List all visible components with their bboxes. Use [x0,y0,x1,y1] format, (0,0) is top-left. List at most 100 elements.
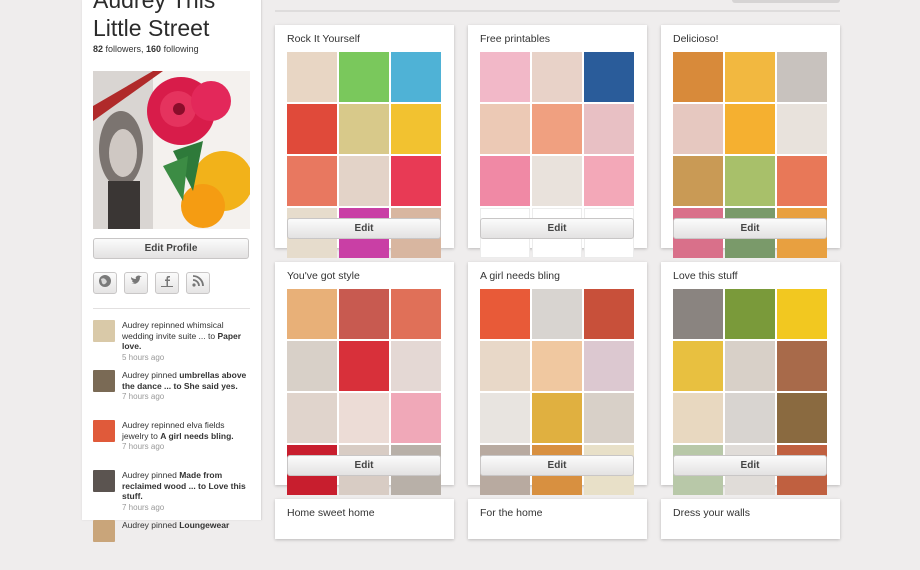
pin-thumbnail[interactable] [287,393,337,443]
board-title[interactable]: A girl needs bling [480,270,560,282]
pin-thumbnail[interactable] [725,289,775,339]
pin-thumbnail[interactable] [532,393,582,443]
activity-item[interactable]: Audrey pinned Loungewear [93,520,253,564]
rss-link[interactable] [186,272,210,294]
edit-board-button[interactable]: Edit [480,455,634,476]
activity-thumbnail[interactable] [93,470,115,492]
board-card[interactable]: Love this stuff Edit [661,262,840,495]
pin-thumbnail[interactable] [725,52,775,102]
pin-thumbnail[interactable] [339,52,389,102]
activity-item[interactable]: Audrey repinned whimsical wedding invite… [93,320,253,364]
activity-thumbnail[interactable] [93,320,115,342]
board-card[interactable]: Dress your walls [661,499,840,539]
pin-thumbnail[interactable] [532,52,582,102]
pin-thumbnail[interactable] [339,104,389,154]
pin-thumbnail[interactable] [480,393,530,443]
activity-item[interactable]: Audrey repinned elva fields jewelry to A… [93,420,253,464]
pin-thumbnail[interactable] [287,104,337,154]
pin-thumbnail[interactable] [391,289,441,339]
pin-thumbnail[interactable] [777,289,827,339]
pin-thumbnail[interactable] [339,156,389,206]
pin-thumbnail[interactable] [532,156,582,206]
pin-thumbnail[interactable] [391,393,441,443]
activity-board-link[interactable]: A girl needs bling. [160,431,233,441]
activity-board-link[interactable]: She said yes. [184,381,238,391]
pin-thumbnail[interactable] [673,289,723,339]
activity-item[interactable]: Audrey pinned umbrellas above the dance … [93,370,253,414]
activity-thumbnail[interactable] [93,520,115,542]
board-card[interactable]: A girl needs bling Edit [468,262,647,495]
pin-thumbnail[interactable] [532,104,582,154]
pin-thumbnail[interactable] [673,104,723,154]
follow-stats: 82 followers, 160 following [93,44,199,54]
edit-board-button[interactable]: Edit [673,455,827,476]
board-title[interactable]: Home sweet home [287,507,375,519]
pin-thumbnail[interactable] [480,341,530,391]
board-card[interactable]: Home sweet home [275,499,454,539]
pin-thumbnail[interactable] [480,156,530,206]
board-title[interactable]: For the home [480,507,542,519]
board-card[interactable]: For the home [468,499,647,539]
pin-thumbnail[interactable] [391,341,441,391]
pin-thumbnail[interactable] [339,341,389,391]
pin-thumbnail[interactable] [532,289,582,339]
pin-thumbnail[interactable] [725,393,775,443]
facebook-link[interactable] [155,272,179,294]
pin-thumbnail[interactable] [777,104,827,154]
pin-thumbnail[interactable] [673,393,723,443]
board-title[interactable]: Delicioso! [673,33,719,45]
board-card[interactable]: You've got style Edit [275,262,454,495]
pin-thumbnail[interactable] [584,393,634,443]
pin-thumbnail[interactable] [287,341,337,391]
activity-item[interactable]: Audrey pinned Made from reclaimed wood .… [93,470,253,514]
edit-board-button[interactable]: Edit [287,455,441,476]
pin-thumbnail[interactable] [725,156,775,206]
pin-thumbnail[interactable] [480,289,530,339]
pin-thumbnail[interactable] [532,341,582,391]
pin-thumbnail[interactable] [725,104,775,154]
pin-thumbnail[interactable] [391,104,441,154]
pin-thumbnail[interactable] [673,52,723,102]
board-card[interactable]: Free printables Edit [468,25,647,258]
activity-thumbnail[interactable] [93,420,115,442]
pin-thumbnail[interactable] [584,341,634,391]
pin-thumbnail[interactable] [480,52,530,102]
pin-thumbnail[interactable] [725,341,775,391]
pin-thumbnail[interactable] [287,52,337,102]
pin-thumbnail[interactable] [777,393,827,443]
board-title[interactable]: Rock It Yourself [287,33,360,45]
pin-thumbnail[interactable] [673,156,723,206]
followers-count[interactable]: 82 [93,44,103,54]
top-tab[interactable] [732,0,840,3]
pin-thumbnail[interactable] [584,52,634,102]
website-link[interactable] [93,272,117,294]
pin-thumbnail[interactable] [777,52,827,102]
activity-thumbnail[interactable] [93,370,115,392]
pin-thumbnail[interactable] [339,289,389,339]
edit-board-button[interactable]: Edit [673,218,827,239]
pin-thumbnail[interactable] [391,156,441,206]
edit-profile-button[interactable]: Edit Profile [93,238,249,259]
twitter-link[interactable] [124,272,148,294]
pin-thumbnail[interactable] [339,393,389,443]
edit-board-button[interactable]: Edit [287,218,441,239]
pin-thumbnail[interactable] [287,156,337,206]
pin-thumbnail[interactable] [777,341,827,391]
pin-thumbnail[interactable] [777,156,827,206]
pin-thumbnail[interactable] [480,104,530,154]
activity-pin-link[interactable]: Loungewear [179,520,229,530]
pin-thumbnail[interactable] [584,156,634,206]
board-title[interactable]: Free printables [480,33,550,45]
pin-thumbnail[interactable] [584,104,634,154]
pin-thumbnail[interactable] [673,341,723,391]
board-card[interactable]: Delicioso! Edit [661,25,840,258]
edit-board-button[interactable]: Edit [480,218,634,239]
pin-thumbnail[interactable] [391,52,441,102]
following-count[interactable]: 160 [146,44,161,54]
board-title[interactable]: You've got style [287,270,360,282]
pin-thumbnail[interactable] [584,289,634,339]
board-title[interactable]: Love this stuff [673,270,738,282]
pin-thumbnail[interactable] [287,289,337,339]
board-card[interactable]: Rock It Yourself Edit [275,25,454,258]
board-title[interactable]: Dress your walls [673,507,750,519]
